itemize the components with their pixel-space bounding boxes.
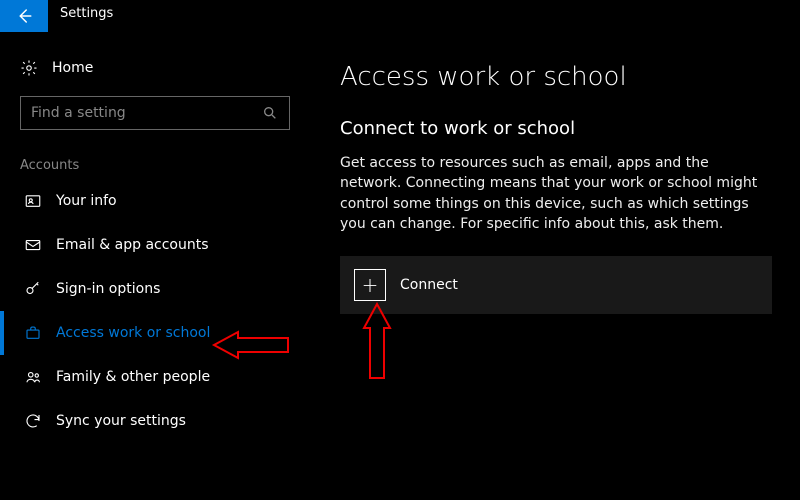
nav-your-info[interactable]: Your info	[0, 179, 300, 223]
titlebar: Settings	[0, 0, 800, 32]
search-input[interactable]	[31, 105, 231, 121]
page-subheading: Connect to work or school	[340, 118, 780, 139]
search-icon	[261, 104, 279, 122]
back-button[interactable]	[0, 0, 48, 32]
nav-item-label: Family & other people	[56, 369, 210, 385]
plus-icon: +	[354, 269, 386, 301]
nav-family[interactable]: Family & other people	[0, 355, 300, 399]
mail-icon	[24, 236, 42, 254]
nav-item-label: Email & app accounts	[56, 237, 209, 253]
people-icon	[24, 368, 42, 386]
back-arrow-icon	[15, 7, 33, 25]
key-icon	[24, 280, 42, 298]
sync-icon	[24, 412, 42, 430]
nav-access-work-school[interactable]: Access work or school	[0, 311, 300, 355]
connect-button[interactable]: + Connect	[340, 256, 772, 314]
page-description: Get access to resources such as email, a…	[340, 153, 760, 234]
nav-item-label: Sync your settings	[56, 413, 186, 429]
nav-email-accounts[interactable]: Email & app accounts	[0, 223, 300, 267]
connect-label: Connect	[400, 277, 458, 293]
nav-signin-options[interactable]: Sign-in options	[0, 267, 300, 311]
person-card-icon	[24, 192, 42, 210]
search-box[interactable]	[20, 96, 290, 130]
briefcase-icon	[24, 324, 42, 342]
nav-item-label: Your info	[56, 193, 117, 209]
nav-item-label: Access work or school	[56, 325, 210, 341]
gear-icon	[20, 59, 38, 77]
section-header-accounts: Accounts	[0, 148, 300, 179]
sidebar: Home Accounts Your info	[0, 32, 300, 500]
page-heading: Access work or school	[340, 62, 780, 92]
nav-home-label: Home	[52, 60, 93, 76]
nav-home[interactable]: Home	[0, 50, 300, 86]
window-title: Settings	[48, 0, 125, 32]
nav-item-label: Sign-in options	[56, 281, 160, 297]
main-panel: Access work or school Connect to work or…	[300, 32, 800, 500]
nav-sync-settings[interactable]: Sync your settings	[0, 399, 300, 443]
